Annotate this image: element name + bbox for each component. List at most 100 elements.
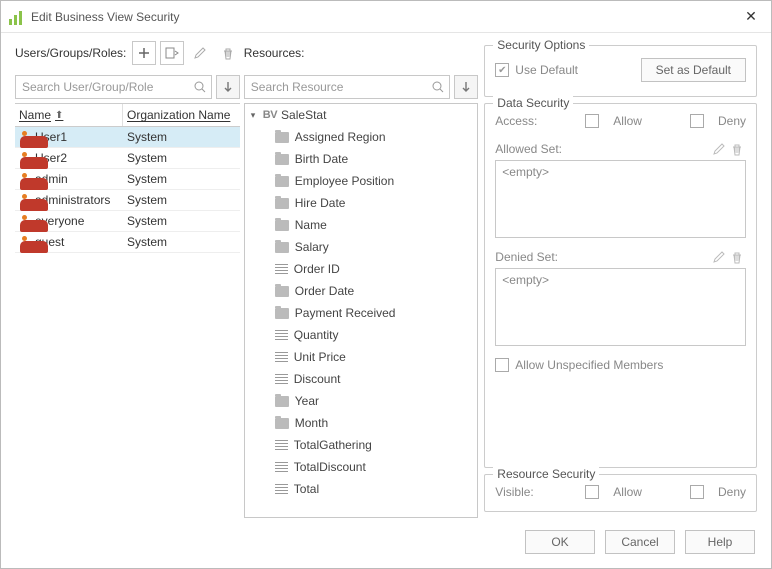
tree-item-label: Quantity: [294, 328, 339, 342]
tree-item[interactable]: Birth Date: [245, 148, 478, 170]
table-row[interactable]: User1System: [15, 127, 240, 148]
denied-edit-icon[interactable]: [710, 248, 728, 266]
resource-sort-button[interactable]: [454, 75, 478, 99]
use-default-checkbox[interactable]: [495, 63, 509, 77]
tree-item-label: Assigned Region: [295, 130, 386, 144]
measure-icon: [275, 330, 288, 340]
tree-item[interactable]: Year: [245, 390, 478, 412]
allow-unspecified-label: Allow Unspecified Members: [515, 358, 663, 372]
allow-unspecified-checkbox[interactable]: [495, 358, 509, 372]
resource-search-input[interactable]: [249, 79, 432, 95]
tree-root-label: SaleStat: [281, 108, 326, 122]
search-icon[interactable]: [431, 80, 445, 94]
security-options-legend: Security Options: [493, 38, 589, 52]
folder-icon: [275, 154, 289, 165]
column-org[interactable]: Organization Name: [123, 104, 240, 126]
folder-icon: [275, 418, 289, 429]
tree-item[interactable]: Discount: [245, 368, 478, 390]
resource-search[interactable]: [244, 75, 451, 99]
sort-asc-icon: ⬆: [55, 110, 63, 121]
delete-icon[interactable]: [216, 41, 240, 65]
resource-security-legend: Resource Security: [493, 467, 599, 481]
allowed-delete-icon[interactable]: [728, 140, 746, 158]
security-options-group: Security Options Use Default Set as Defa…: [484, 45, 757, 97]
denied-set-value: <empty>: [502, 273, 549, 287]
resources-label: Resources:: [244, 46, 305, 60]
tree-item[interactable]: Total: [245, 478, 478, 500]
tree-item[interactable]: Month: [245, 412, 478, 434]
allowed-set-box[interactable]: <empty>: [495, 160, 746, 238]
tree-item[interactable]: Order ID: [245, 258, 478, 280]
user-search-input[interactable]: [20, 79, 193, 95]
tree-item[interactable]: Employee Position: [245, 170, 478, 192]
sort-button[interactable]: [216, 75, 240, 99]
user-icon: [19, 173, 31, 185]
user-org: System: [127, 193, 167, 207]
measure-icon: [275, 352, 288, 362]
measure-icon: [275, 462, 288, 472]
measure-icon: [275, 484, 288, 494]
allowed-edit-icon[interactable]: [710, 140, 728, 158]
user-org: System: [127, 172, 167, 186]
close-icon[interactable]: ✕: [739, 8, 763, 25]
tree-item-label: TotalDiscount: [294, 460, 366, 474]
column-name[interactable]: Name ⬆: [15, 104, 123, 126]
visible-deny-checkbox[interactable]: [690, 485, 704, 499]
app-icon: [9, 9, 25, 25]
user-icon: [19, 236, 31, 248]
denied-set-label: Denied Set:: [495, 250, 710, 264]
column-org-label: Organization Name: [127, 108, 230, 122]
folder-icon: [275, 396, 289, 407]
tree-item[interactable]: Name: [245, 214, 478, 236]
edit-icon[interactable]: [188, 41, 212, 65]
denied-set-box[interactable]: <empty>: [495, 268, 746, 346]
table-row[interactable]: guestSystem: [15, 232, 240, 253]
search-icon[interactable]: [193, 80, 207, 94]
tree-item[interactable]: Assigned Region: [245, 126, 478, 148]
measure-icon: [275, 374, 288, 384]
table-row[interactable]: adminSystem: [15, 169, 240, 190]
set-as-default-button[interactable]: Set as Default: [641, 58, 746, 82]
table-row[interactable]: administratorsSystem: [15, 190, 240, 211]
tree-item-label: Total: [294, 482, 319, 496]
add-button[interactable]: [132, 41, 156, 65]
tree-item-label: Employee Position: [295, 174, 394, 188]
table-row[interactable]: User2System: [15, 148, 240, 169]
tree-item[interactable]: Payment Received: [245, 302, 478, 324]
folder-icon: [275, 308, 289, 319]
chevron-down-icon[interactable]: ▾: [251, 110, 261, 121]
access-allow-checkbox[interactable]: [585, 114, 599, 128]
tree-item[interactable]: Unit Price: [245, 346, 478, 368]
visible-allow-checkbox[interactable]: [585, 485, 599, 499]
tree-item-label: TotalGathering: [294, 438, 372, 452]
access-label: Access:: [495, 114, 571, 128]
tree-item[interactable]: Hire Date: [245, 192, 478, 214]
table-row[interactable]: everyoneSystem: [15, 211, 240, 232]
user-search[interactable]: [15, 75, 212, 99]
folder-icon: [275, 220, 289, 231]
resource-security-group: Resource Security Visible: Allow Deny: [484, 474, 757, 512]
window-title: Edit Business View Security: [31, 10, 739, 24]
table-header: Name ⬆ Organization Name: [15, 104, 240, 127]
help-button[interactable]: Help: [685, 530, 755, 554]
tree-item-label: Birth Date: [295, 152, 348, 166]
tree-item[interactable]: Salary: [245, 236, 478, 258]
measure-icon: [275, 264, 288, 274]
resource-tree[interactable]: ▾ BV SaleStat Assigned Region Birth Date E…: [244, 103, 479, 518]
use-default-label: Use Default: [515, 63, 578, 77]
ok-button[interactable]: OK: [525, 530, 595, 554]
user-org: System: [127, 214, 167, 228]
cancel-button[interactable]: Cancel: [605, 530, 675, 554]
tree-item[interactable]: Quantity: [245, 324, 478, 346]
tree-item[interactable]: Order Date: [245, 280, 478, 302]
folder-icon: [275, 286, 289, 297]
column-name-label: Name: [19, 108, 51, 122]
access-allow-label: Allow: [613, 114, 642, 128]
access-deny-checkbox[interactable]: [690, 114, 704, 128]
tree-root[interactable]: ▾ BV SaleStat: [245, 104, 478, 126]
tree-item[interactable]: TotalGathering: [245, 434, 478, 456]
import-button[interactable]: [160, 41, 184, 65]
denied-delete-icon[interactable]: [728, 248, 746, 266]
visible-deny-label: Deny: [718, 485, 746, 499]
tree-item[interactable]: TotalDiscount: [245, 456, 478, 478]
